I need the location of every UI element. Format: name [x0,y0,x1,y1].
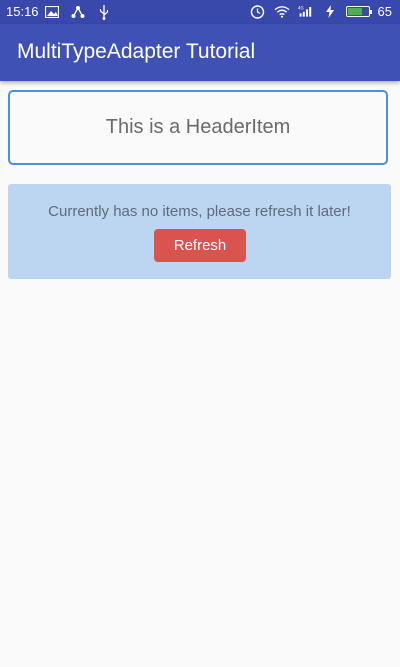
header-item: This is a HeaderItem [8,90,388,165]
alarm-icon [250,3,266,19]
4g-signal-icon: 4G [298,3,314,19]
svg-text:4G: 4G [298,5,304,10]
app-title: MultiTypeAdapter Tutorial [17,40,256,63]
image-icon [44,4,60,20]
status-bar: 15:16 4G 65 [0,0,400,24]
empty-state-card: Currently has no items, please refresh i… [8,184,391,279]
empty-state-message: Currently has no items, please refresh i… [48,203,351,220]
status-time: 15:16 [6,4,39,19]
wifi-icon [274,3,290,19]
battery-icon [345,5,372,17]
battery-level: 65 [377,3,392,19]
status-right-icons: 4G 65 [250,3,392,19]
charging-icon [322,3,338,19]
header-item-text: This is a HeaderItem [105,116,291,138]
usb-icon [96,4,112,20]
refresh-button[interactable]: Refresh [154,229,246,262]
share-icon [70,4,86,20]
app-bar: MultiTypeAdapter Tutorial [0,24,400,81]
status-left-icons [44,4,112,20]
